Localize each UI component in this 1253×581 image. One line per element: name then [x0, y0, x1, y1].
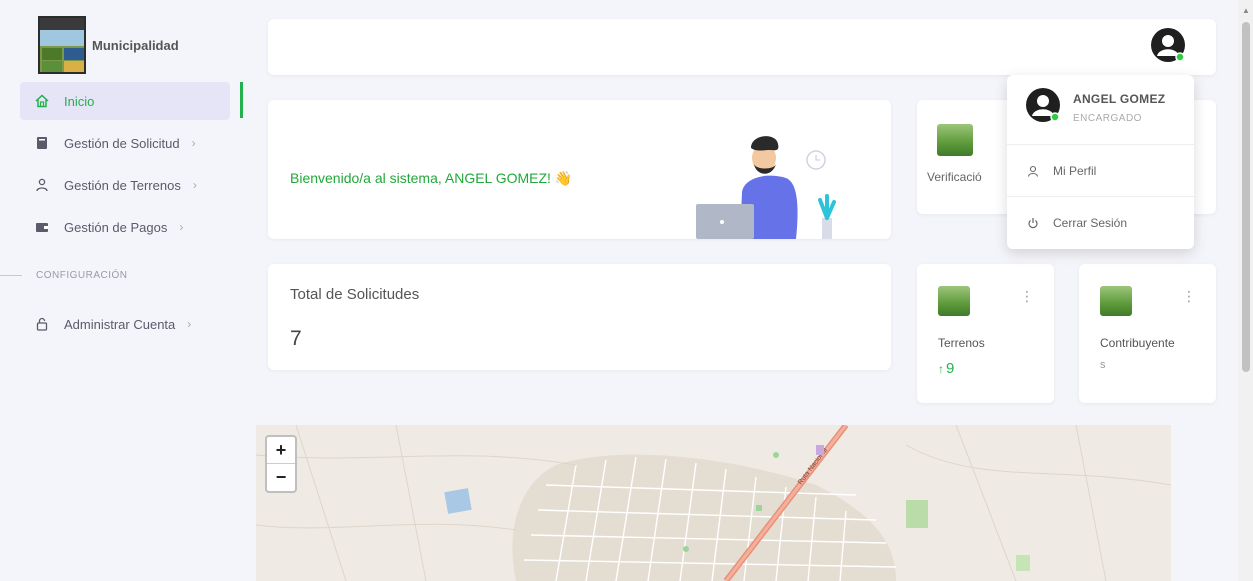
contribuyentes-label: Contribuyente: [1100, 336, 1175, 350]
active-indicator: [240, 82, 243, 118]
terrenos-card[interactable]: ⋮ Terrenos ↑ 9: [917, 264, 1054, 403]
wallet-icon: [34, 219, 50, 235]
sidebar-item-gestion-solicitud[interactable]: Gestión de Solicitud ›: [20, 124, 230, 162]
users-icon: [34, 177, 50, 193]
power-icon: [1027, 217, 1041, 229]
user-icon: [1027, 165, 1041, 177]
user-avatar-icon: [1151, 28, 1185, 62]
sidebar-nav: Inicio Gestión de Solicitud › Gestión de…: [20, 82, 230, 250]
welcome-message: Bienvenido/a al sistema, ANGEL GOMEZ! 👋: [290, 170, 573, 186]
sidebar-item-administrar-cuenta[interactable]: Administrar Cuenta ›: [20, 305, 230, 343]
user-dropdown-menu: ANGEL GOMEZ ENCARGADO Mi Perfil Cerrar S…: [1007, 75, 1194, 249]
menu-item-mi-perfil[interactable]: Mi Perfil: [1007, 145, 1194, 197]
brand[interactable]: Municipalidad: [38, 16, 179, 74]
section-label-text: CONFIGURACIÓN: [36, 270, 128, 281]
sidebar-item-label: Inicio: [64, 93, 95, 109]
menu-item-cerrar-sesion[interactable]: Cerrar Sesión: [1007, 197, 1194, 249]
map-view[interactable]: Ruta Nacional: [256, 425, 1171, 581]
developer-illustration: [696, 136, 836, 239]
sidebar-item-label: Gestión de Solicitud: [64, 135, 180, 151]
terrenos-label: Terrenos: [938, 336, 985, 350]
arrow-up-icon: ↑: [938, 362, 944, 376]
book-icon: [34, 135, 50, 151]
field-thumbnail: [937, 124, 973, 156]
scrollbar-thumb[interactable]: [1242, 22, 1250, 372]
chevron-right-icon: ›: [192, 178, 197, 192]
sidebar-item-inicio[interactable]: Inicio: [20, 82, 230, 120]
menu-item-label: Cerrar Sesión: [1053, 216, 1128, 230]
total-requests-title: Total de Solicitudes: [290, 286, 420, 303]
terrenos-count: ↑ 9: [938, 360, 954, 377]
menu-item-label: Mi Perfil: [1053, 163, 1097, 178]
map-zoom-control: + −: [265, 435, 297, 493]
chevron-right-icon: ›: [191, 136, 196, 150]
dropdown-user-header: ANGEL GOMEZ ENCARGADO: [1007, 75, 1194, 145]
contribuyentes-card[interactable]: ⋮ Contribuyente s: [1079, 264, 1216, 403]
dropdown-user-name: ANGEL GOMEZ: [1073, 92, 1166, 106]
chevron-right-icon: ›: [179, 220, 184, 234]
total-requests-value: 7: [290, 327, 302, 350]
user-avatar-icon: [1026, 88, 1060, 122]
brand-name: Municipalidad: [92, 37, 179, 53]
chevron-right-icon: ›: [187, 317, 192, 331]
home-icon: [34, 93, 50, 109]
more-vertical-icon[interactable]: ⋮: [1182, 288, 1196, 305]
field-thumbnail: [938, 286, 970, 316]
config-nav: Administrar Cuenta ›: [20, 305, 230, 347]
dropdown-user-role: ENCARGADO: [1073, 113, 1142, 124]
user-avatar-button[interactable]: [1150, 27, 1186, 63]
scroll-up-arrow-icon[interactable]: ▲: [1242, 6, 1250, 15]
sidebar-item-label: Gestión de Pagos: [64, 219, 168, 235]
section-label-configuracion: CONFIGURACIÓN: [0, 270, 128, 281]
section-divider: [0, 275, 22, 276]
sidebar-item-gestion-pagos[interactable]: Gestión de Pagos ›: [20, 208, 230, 246]
more-vertical-icon[interactable]: ⋮: [1020, 288, 1034, 305]
sidebar-item-label: Administrar Cuenta: [64, 316, 176, 332]
welcome-card: Bienvenido/a al sistema, ANGEL GOMEZ! 👋: [268, 100, 891, 239]
verification-label: Verificació: [927, 170, 982, 184]
sidebar-item-gestion-terrenos[interactable]: Gestión de Terrenos ›: [20, 166, 230, 204]
municipality-logo: [38, 16, 86, 74]
terrenos-value: 9: [946, 360, 955, 377]
contribuyentes-label-wrap: s: [1100, 359, 1106, 371]
sidebar: Municipalidad Inicio Gestión de Solicitu…: [0, 0, 246, 581]
zoom-out-button[interactable]: −: [267, 464, 295, 491]
zoom-in-button[interactable]: +: [267, 437, 295, 464]
top-navbar: [268, 19, 1216, 75]
map-tiles: Ruta Nacional: [256, 425, 1171, 581]
lock-icon: [34, 316, 50, 332]
sidebar-item-label: Gestión de Terrenos: [64, 177, 181, 193]
total-requests-card: Total de Solicitudes 7: [268, 264, 891, 370]
field-thumbnail: [1100, 286, 1132, 316]
